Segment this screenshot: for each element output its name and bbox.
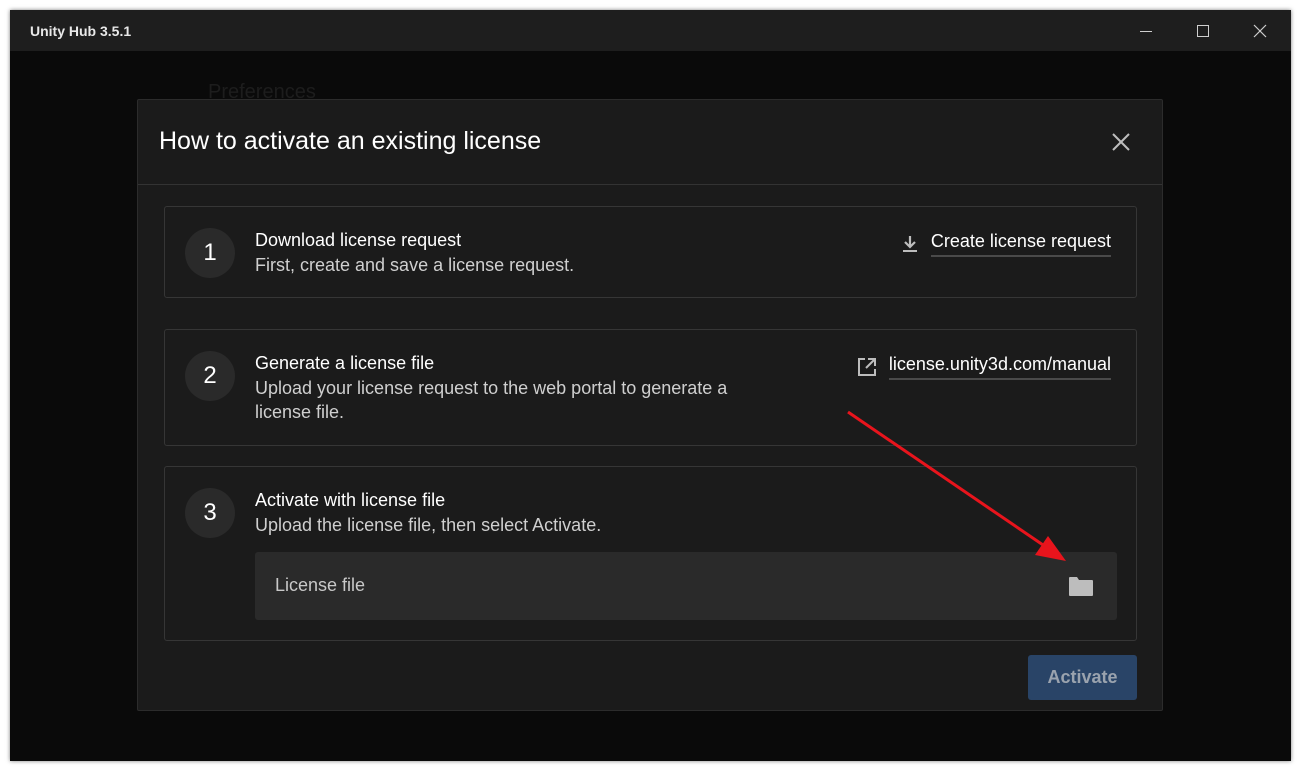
close-icon bbox=[1253, 24, 1267, 37]
activate-button[interactable]: Activate bbox=[1028, 655, 1137, 700]
close-window-button[interactable] bbox=[1231, 10, 1289, 51]
external-link-icon bbox=[857, 357, 877, 377]
maximize-icon bbox=[1197, 24, 1209, 37]
maximize-button[interactable] bbox=[1174, 10, 1232, 51]
license-portal-label: license.unity3d.com/manual bbox=[888, 354, 1111, 380]
step-title: Generate a license file bbox=[255, 353, 435, 373]
step-activate-license: 3 Activate with license file Upload the … bbox=[164, 466, 1137, 641]
step-number: 2 bbox=[185, 351, 235, 401]
step-description: First, create and save a license request… bbox=[255, 255, 575, 275]
browse-folder-button[interactable] bbox=[1067, 574, 1095, 598]
folder-icon bbox=[1069, 577, 1093, 596]
dialog-close-button[interactable] bbox=[1107, 128, 1135, 156]
app-window: Unity Hub 3.5.1 Preferences How to activ… bbox=[10, 10, 1291, 761]
license-file-field[interactable]: License file bbox=[255, 552, 1117, 620]
step-title: Activate with license file bbox=[255, 490, 446, 510]
license-portal-link[interactable]: license.unity3d.com/manual bbox=[857, 354, 1111, 380]
step-title: Download license request bbox=[255, 230, 462, 250]
step-download-request: 1 Download license request First, create… bbox=[164, 206, 1137, 298]
activate-license-dialog: How to activate an existing license 1 Do… bbox=[137, 99, 1163, 711]
minimize-icon bbox=[1140, 30, 1152, 32]
download-icon bbox=[901, 234, 919, 254]
step-description: Upload the license file, then select Act… bbox=[255, 515, 602, 535]
close-icon bbox=[1112, 133, 1130, 151]
title-bar: Unity Hub 3.5.1 bbox=[10, 10, 1291, 51]
license-file-placeholder: License file bbox=[275, 575, 366, 595]
step-generate-license: 2 Generate a license file Upload your li… bbox=[164, 329, 1137, 446]
dialog-title: How to activate an existing license bbox=[159, 127, 542, 155]
window-title: Unity Hub 3.5.1 bbox=[30, 23, 132, 39]
minimize-button[interactable] bbox=[1117, 10, 1175, 51]
dialog-header: How to activate an existing license bbox=[138, 100, 1162, 185]
step-number: 1 bbox=[185, 228, 235, 278]
step-description: Upload your license request to the web p… bbox=[255, 378, 728, 422]
step-number: 3 bbox=[185, 488, 235, 538]
create-license-request-link[interactable]: Create license request bbox=[901, 231, 1111, 257]
create-license-request-label: Create license request bbox=[930, 231, 1111, 257]
